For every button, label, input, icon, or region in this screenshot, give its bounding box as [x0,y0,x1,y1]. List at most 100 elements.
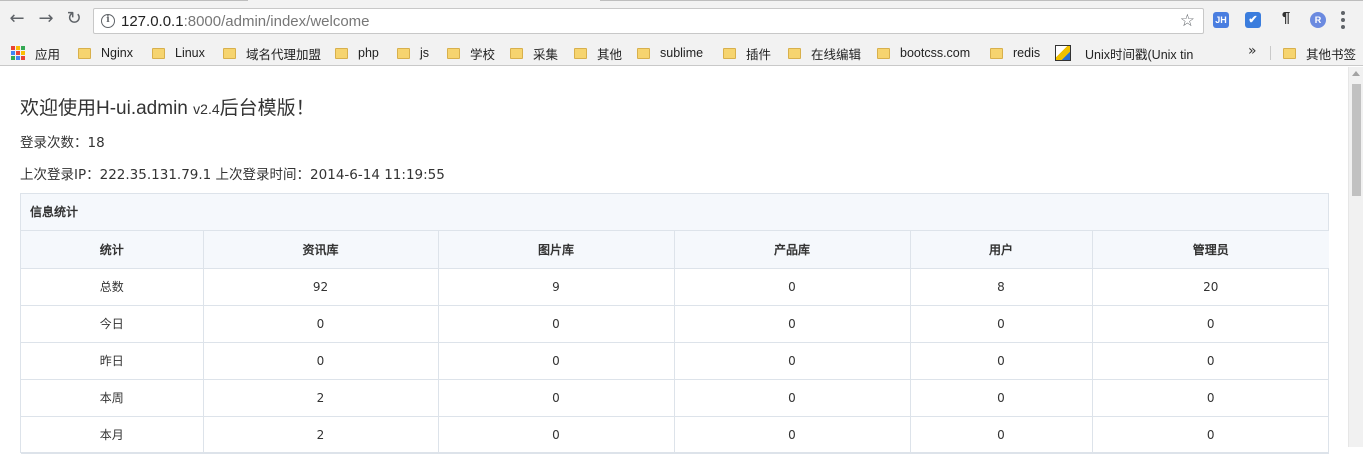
table-cell: 2 [203,416,439,454]
bookmark-folder[interactable]: 插件 [723,44,771,62]
table-cell: 8 [910,268,1093,306]
table-cell: 0 [1092,342,1329,380]
table-cell: 0 [674,342,911,380]
row-label-cell: 本月 [21,416,204,454]
bookmark-label: Nginx [101,46,133,60]
folder-icon [447,47,460,59]
last-login-info: 上次登录IP：222.35.131.79.1 上次登录时间：2014-6-14 … [20,167,445,183]
bookmarks-separator [1270,46,1271,60]
login-count-label: 登录次数： [20,135,88,151]
table-cell: 0 [674,268,911,306]
table-header-cell: 产品库 [674,231,911,269]
bookmark-folder[interactable]: 学校 [447,44,495,62]
folder-icon [152,47,165,59]
page-title: 欢迎使用H-ui.admin v2.4后台模版！ [20,93,315,120]
reload-icon[interactable]: ↻ [63,8,85,30]
bookmarks-bar: 应用 Nginx Linux 域名代理加盟 php js 学校 采集 其他 sublime 插件 在… [0,40,1363,66]
table-cell: 0 [438,342,675,380]
folder-icon [574,47,587,59]
table-cell: 0 [910,305,1093,343]
bookmark-folder[interactable]: Linux [152,44,205,62]
table-cell: 0 [1092,379,1329,417]
bookmark-label: sublime [660,46,704,60]
row-label-cell: 今日 [21,305,204,343]
bookmark-label: redis [1013,46,1041,60]
table-cell: 92 [203,268,439,306]
bookmark-label: 学校 [470,47,496,62]
table-header-cell: 管理员 [1092,231,1329,269]
table-header-cell: 图片库 [438,231,675,269]
scroll-up-arrow-icon[interactable] [1352,71,1360,76]
apps-grid-icon [11,46,25,60]
folder-icon [223,47,236,59]
bookmark-star-icon[interactable]: ☆ [1180,11,1195,31]
url-host: 127.0.0.1 [121,13,184,30]
tab-strip-edge [0,0,1363,3]
folder-icon [510,47,523,59]
table-cell: 9 [438,268,675,306]
bookmark-folder[interactable]: sublime [637,44,703,62]
table-row: 本周 2 0 0 0 0 [21,379,1329,417]
bookmark-folder[interactable]: redis [990,44,1040,62]
site-info-icon[interactable]: i [101,14,115,28]
bookmark-label: 其他 [597,47,623,62]
bookmark-label: 在线编辑 [811,47,862,62]
table-cell: 0 [203,342,439,380]
bookmark-folder[interactable]: php [335,44,379,62]
stats-panel: 信息统计 统计 资讯库 图片库 产品库 用户 管理员 总数 92 9 0 8 20 今日 0 0 0 0 0 昨日… [20,193,1329,454]
table-row: 昨日 0 0 0 0 0 [21,342,1329,380]
folder-icon [78,47,91,59]
bookmark-folder[interactable]: bootcss.com [877,44,970,62]
address-bar[interactable]: i 127.0.0.1:8000/admin/index/welcome ☆ [93,8,1204,34]
browser-menu-icon[interactable] [1341,11,1345,29]
bookmark-folder[interactable]: 域名代理加盟 [223,44,321,62]
table-cell: 0 [674,379,911,417]
folder-icon [1283,47,1296,59]
folder-icon [335,47,348,59]
back-arrow-icon[interactable]: ← [6,8,28,30]
bookmark-apps[interactable]: 应用 [11,44,60,62]
login-count: 登录次数：18 [20,131,105,151]
bookmark-label: 应用 [35,47,61,62]
table-cell: 0 [910,379,1093,417]
table-cell: 0 [910,416,1093,454]
table-cell: 0 [910,342,1093,380]
bookmark-label: bootcss.com [900,46,971,60]
table-cell: 0 [1092,416,1329,454]
bookmark-other-folder[interactable]: 其他书签 [1283,44,1356,62]
login-count-value: 18 [87,135,105,151]
r-extension-icon[interactable]: R [1310,12,1326,28]
table-cell: 0 [438,305,675,343]
bookmark-folder[interactable]: Nginx [78,44,133,62]
row-label-cell: 本周 [21,379,204,417]
table-cell: 0 [1092,305,1329,343]
table-header-cell: 统计 [21,231,204,269]
table-header-cell: 用户 [910,231,1093,269]
row-label-cell: 昨日 [21,342,204,380]
bookmark-label: js [420,46,430,60]
url-path: :8000/admin/index/welcome [183,13,370,30]
address-bar-url[interactable]: 127.0.0.1:8000/admin/index/welcome [121,12,370,31]
table-row: 今日 0 0 0 0 0 [21,305,1329,343]
browser-toolbar: ← → ↻ i 127.0.0.1:8000/admin/index/welco… [0,0,1363,40]
bookmark-label: 采集 [533,47,559,62]
bookmark-folder[interactable]: 在线编辑 [788,44,861,62]
bookmark-folder[interactable]: js [397,44,429,62]
vertical-scrollbar[interactable] [1348,67,1363,447]
folder-icon [990,47,1003,59]
forward-arrow-icon[interactable]: → [35,8,57,30]
bookmark-folder[interactable]: 采集 [510,44,558,62]
table-cell: 2 [203,379,439,417]
bookmark-folder[interactable]: 其他 [574,44,622,62]
folder-icon [397,47,410,59]
jh-extension-icon[interactable]: JH [1213,12,1229,28]
download-extension-icon[interactable]: ✔ [1245,12,1261,28]
table-header-cell: 资讯库 [203,231,439,269]
bookmark-unix-timestamp[interactable]: Unix时间戳(Unix tin [1055,44,1193,62]
title-main: 欢迎使用H-ui.admin [20,98,194,119]
bookmarks-overflow-chevron-icon[interactable]: » [1248,43,1257,59]
paragraph-extension-icon[interactable]: ¶ [1278,10,1294,26]
table-cell: 0 [438,416,675,454]
scrollbar-thumb[interactable] [1352,84,1361,196]
bookmark-label: 插件 [746,47,772,62]
